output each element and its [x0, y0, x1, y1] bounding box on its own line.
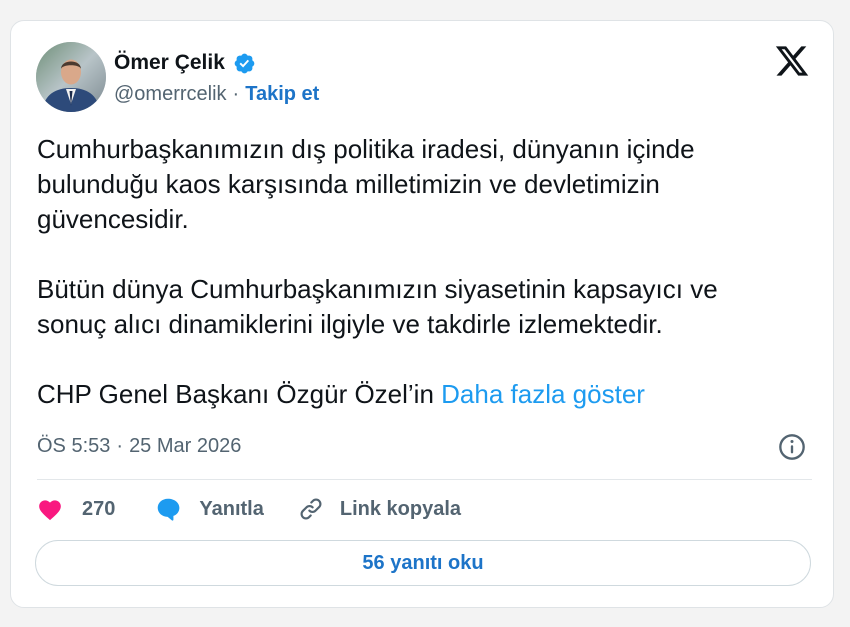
- reply-label: Yanıtla: [199, 497, 264, 520]
- like-count: 270: [82, 497, 116, 520]
- author-handle[interactable]: @omerrcelik: [114, 82, 227, 106]
- like-button[interactable]: 270: [37, 497, 115, 521]
- read-replies-button[interactable]: 56 yanıtı oku: [35, 540, 811, 586]
- tweet-truncated-text: CHP Genel Başkanı Özgür Özel’in: [37, 379, 442, 409]
- follow-button[interactable]: Takip et: [245, 82, 319, 106]
- copy-link-label: Link kopyala: [339, 497, 462, 520]
- separator-dot: ·: [232, 83, 240, 105]
- divider: [37, 479, 812, 480]
- tweet-time[interactable]: ÖS 5:53: [37, 434, 110, 458]
- avatar[interactable]: [36, 42, 106, 112]
- reply-button[interactable]: Yanıtla: [155, 496, 264, 522]
- heart-icon: [39, 500, 61, 521]
- copy-link-button[interactable]: Link kopyala: [298, 496, 461, 522]
- verified-badge-icon: [234, 53, 255, 73]
- link-icon: [300, 498, 322, 520]
- tweet-paragraph-3: CHP Genel Başkanı Özgür Özel’in Daha faz…: [37, 377, 812, 412]
- info-icon[interactable]: [778, 433, 806, 461]
- author-name-row: Ömer Çelik: [114, 51, 256, 75]
- show-more-link[interactable]: Daha fazla göster: [441, 379, 645, 409]
- tweet-paragraph-2: Bütün dünya Cumhurbaşkanımızın siyasetin…: [37, 274, 718, 339]
- date-separator-dot: ·: [116, 435, 124, 457]
- author-handle-row: @omerrcelik · Takip et: [114, 82, 319, 106]
- timestamp-row: ÖS 5:53 · 25 Mar 2026: [37, 434, 241, 458]
- tweet-card: Ömer Çelik @omerrcelik · Takip et Cumhur…: [10, 20, 834, 608]
- read-replies-label: 56 yanıtı oku: [362, 551, 484, 574]
- tweet-paragraph-1: Cumhurbaşkanımızın dış politika iradesi,…: [37, 134, 695, 234]
- tweet-text: Cumhurbaşkanımızın dış politika iradesi,…: [37, 132, 812, 412]
- author-name[interactable]: Ömer Çelik: [114, 51, 225, 75]
- x-logo-icon[interactable]: [774, 43, 810, 79]
- action-bar: 270 Yanıtla Link kopyala: [37, 492, 461, 526]
- tweet-date[interactable]: 25 Mar 2026: [129, 434, 241, 458]
- reply-bubble-icon: [158, 498, 180, 521]
